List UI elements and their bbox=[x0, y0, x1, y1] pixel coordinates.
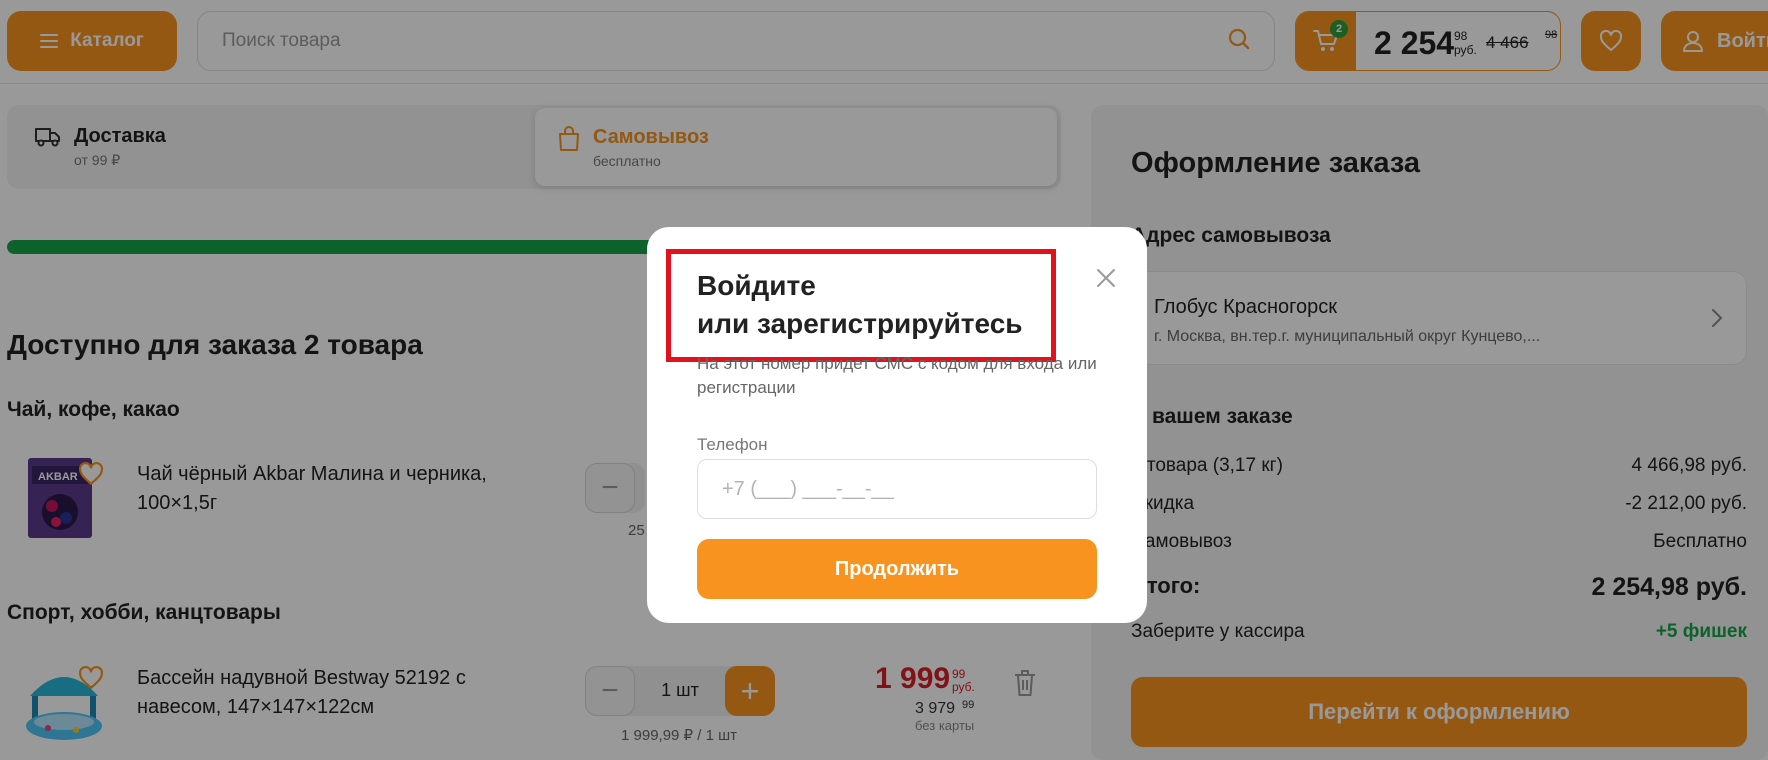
phone-input[interactable] bbox=[697, 459, 1097, 519]
login-modal: Войдите или зарегистрируйтесь На этот но… bbox=[647, 227, 1147, 623]
continue-button[interactable]: Продолжить bbox=[697, 539, 1097, 599]
highlight-box bbox=[666, 249, 1056, 362]
close-icon[interactable] bbox=[1095, 267, 1117, 289]
phone-label: Телефон bbox=[697, 435, 768, 454]
modal-description: На этот номер придет СМС с кодом для вхо… bbox=[697, 354, 1097, 397]
